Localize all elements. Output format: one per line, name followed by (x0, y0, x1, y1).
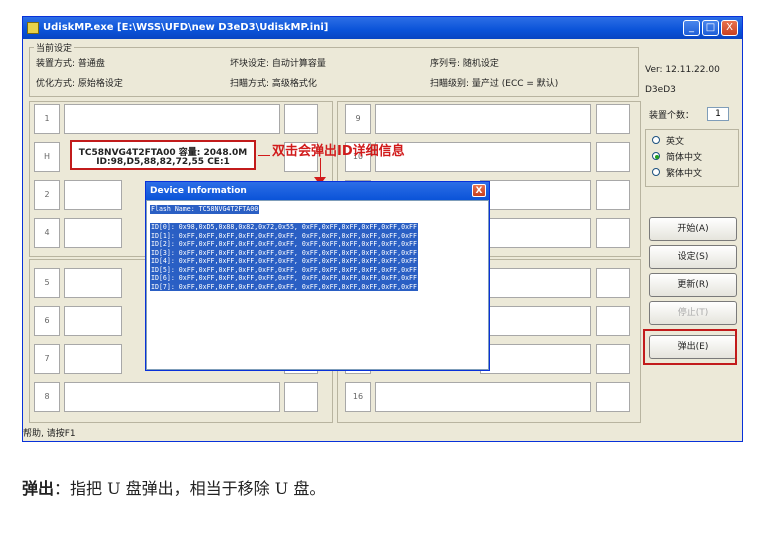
port-field[interactable] (375, 382, 591, 412)
port-status-box (596, 218, 630, 248)
port-field[interactable] (64, 218, 122, 248)
port-slot-label[interactable]: 6 (34, 306, 60, 336)
update-button[interactable]: 更新(R) (649, 273, 737, 297)
port-field[interactable] (64, 382, 280, 412)
port-status-box (596, 306, 630, 336)
port-field[interactable] (64, 306, 122, 336)
dialog-title-bar[interactable]: Device Information X (146, 182, 489, 200)
caption-text: ：指把 U 盘弹出，相当于移除 U 盘。 (54, 479, 326, 498)
annotation-text: 双击会弹出ID详细信息 (272, 144, 405, 159)
port-field[interactable] (64, 180, 122, 210)
bad-block-text: 坏块设定: 自动计算容量 (230, 59, 326, 69)
close-button[interactable]: X (721, 20, 738, 36)
port-field[interactable] (480, 218, 591, 248)
id-line: ID[0]: 0x98,0xD5,0x88,0x82,0x72,0x55, 0x… (150, 223, 418, 232)
port-h-info-line2: ID:98,D5,88,82,72,55 CE:1 (96, 157, 230, 167)
port-status-box (284, 382, 318, 412)
port-field[interactable] (375, 104, 591, 134)
dialog-title: Device Information (150, 186, 247, 196)
start-button[interactable]: 开始(A) (649, 217, 737, 241)
port-status-box (596, 344, 630, 374)
scan-level-text: 扫瞄级别: 量产过 (ECC = 默认) (430, 79, 559, 89)
port-field[interactable] (64, 268, 122, 298)
radio-english[interactable] (652, 136, 660, 144)
id-line: ID[2]: 0xFF,0xFF,0xFF,0xFF,0xFF,0xFF, 0x… (150, 240, 418, 249)
status-bar: 帮助, 请按F1 (23, 429, 76, 439)
id-line: ID[4]: 0xFF,0xFF,0xFF,0xFF,0xFF,0xFF, 0x… (150, 257, 418, 266)
port-field[interactable] (480, 306, 591, 336)
model-text: D3eD3 (645, 85, 676, 95)
maximize-button[interactable]: □ (702, 20, 719, 36)
eject-highlight-box (643, 329, 737, 365)
title-bar[interactable]: UdiskMP.exe [E:\WSS\UFD\new D3eD3\UdiskM… (23, 17, 742, 39)
window-title: UdiskMP.exe [E:\WSS\UFD\new D3eD3\UdiskM… (43, 22, 329, 33)
settings-legend: 当前设定 (34, 41, 75, 54)
minimize-button[interactable]: _ (683, 20, 700, 36)
device-mode-text: 装置方式: 普通盘 (36, 59, 105, 69)
port-slot-label[interactable]: 1 (34, 104, 60, 134)
id-line: ID[6]: 0xFF,0xFF,0xFF,0xFF,0xFF,0xFF, 0x… (150, 274, 418, 283)
flash-name-line: Flash Name: TC58NVG4T2FTA00 (150, 205, 260, 214)
right-panel: Ver: 12.11.22.00 D3eD3 装置个数： 1 英文 简体中文 繁… (643, 47, 741, 439)
port-status-box (284, 104, 318, 134)
language-simplified-label: 简体中文 (666, 153, 703, 163)
current-settings-group: 当前设定 装置方式: 普通盘 坏块设定: 自动计算容量 序列号: 随机设定 优化… (29, 41, 639, 97)
stop-button[interactable]: 停止(T) (649, 301, 737, 325)
port-status-box (596, 268, 630, 298)
port-status-box (596, 382, 630, 412)
caption-term: 弹出 (22, 479, 55, 498)
language-group: 英文 简体中文 繁体中文 (645, 129, 739, 187)
device-count-label: 装置个数： (649, 111, 695, 121)
language-english-label: 英文 (666, 137, 685, 147)
optimize-text: 优化方式: 原始格设定 (36, 79, 123, 89)
setting-button[interactable]: 设定(S) (649, 245, 737, 269)
port-field[interactable] (480, 180, 591, 210)
dialog-body[interactable]: Flash Name: TC58NVG4T2FTA00 ID[0]: 0x98,… (146, 200, 489, 370)
port-status-box (596, 104, 630, 134)
annotation-connector (258, 155, 270, 156)
port-slot-label[interactable]: 16 (345, 382, 371, 412)
port-slot-label[interactable]: 2 (34, 180, 60, 210)
caption: 弹出：指把 U 盘弹出，相当于移除 U 盘。 (22, 475, 325, 499)
port-status-box (596, 142, 630, 172)
id-line: ID[1]: 0xFF,0xFF,0xFF,0xFF,0xFF,0xFF, 0x… (150, 231, 418, 240)
radio-traditional-chinese[interactable] (652, 168, 660, 176)
version-text: Ver: 12.11.22.00 (645, 65, 720, 75)
port-h-device-info[interactable]: TC58NVG4T2FTA00 容量: 2048.0M ID:98,D5,88,… (70, 140, 256, 170)
id-line: ID[7]: 0xFF,0xFF,0xFF,0xFF,0xFF,0xFF, 0x… (150, 282, 418, 291)
port-slot-label[interactable]: 9 (345, 104, 371, 134)
port-field[interactable] (64, 104, 280, 134)
port-slot-label[interactable]: 5 (34, 268, 60, 298)
port-status-box (596, 180, 630, 210)
port-field[interactable] (375, 142, 591, 172)
port-slot-label[interactable]: 8 (34, 382, 60, 412)
port-slot-label[interactable]: H (34, 142, 60, 172)
device-info-dialog: Device Information X Flash Name: TC58NVG… (145, 181, 490, 371)
language-traditional-label: 繁体中文 (666, 169, 703, 179)
port-field[interactable] (480, 268, 591, 298)
serial-text: 序列号: 随机设定 (430, 59, 499, 69)
radio-simplified-chinese[interactable] (652, 152, 660, 160)
port-field[interactable] (480, 344, 591, 374)
device-count-input[interactable]: 1 (707, 107, 729, 121)
scan-mode-text: 扫瞄方式: 高级格式化 (230, 79, 317, 89)
id-line: ID[5]: 0xFF,0xFF,0xFF,0xFF,0xFF,0xFF, 0x… (150, 265, 418, 274)
port-field[interactable] (64, 344, 122, 374)
dialog-close-button[interactable]: X (472, 184, 486, 197)
app-icon (27, 22, 39, 34)
id-line: ID[3]: 0xFF,0xFF,0xFF,0xFF,0xFF,0xFF, 0x… (150, 248, 418, 257)
annotation-arrow-line (320, 158, 321, 178)
port-slot-label[interactable]: 7 (34, 344, 60, 374)
port-slot-label[interactable]: 4 (34, 218, 60, 248)
